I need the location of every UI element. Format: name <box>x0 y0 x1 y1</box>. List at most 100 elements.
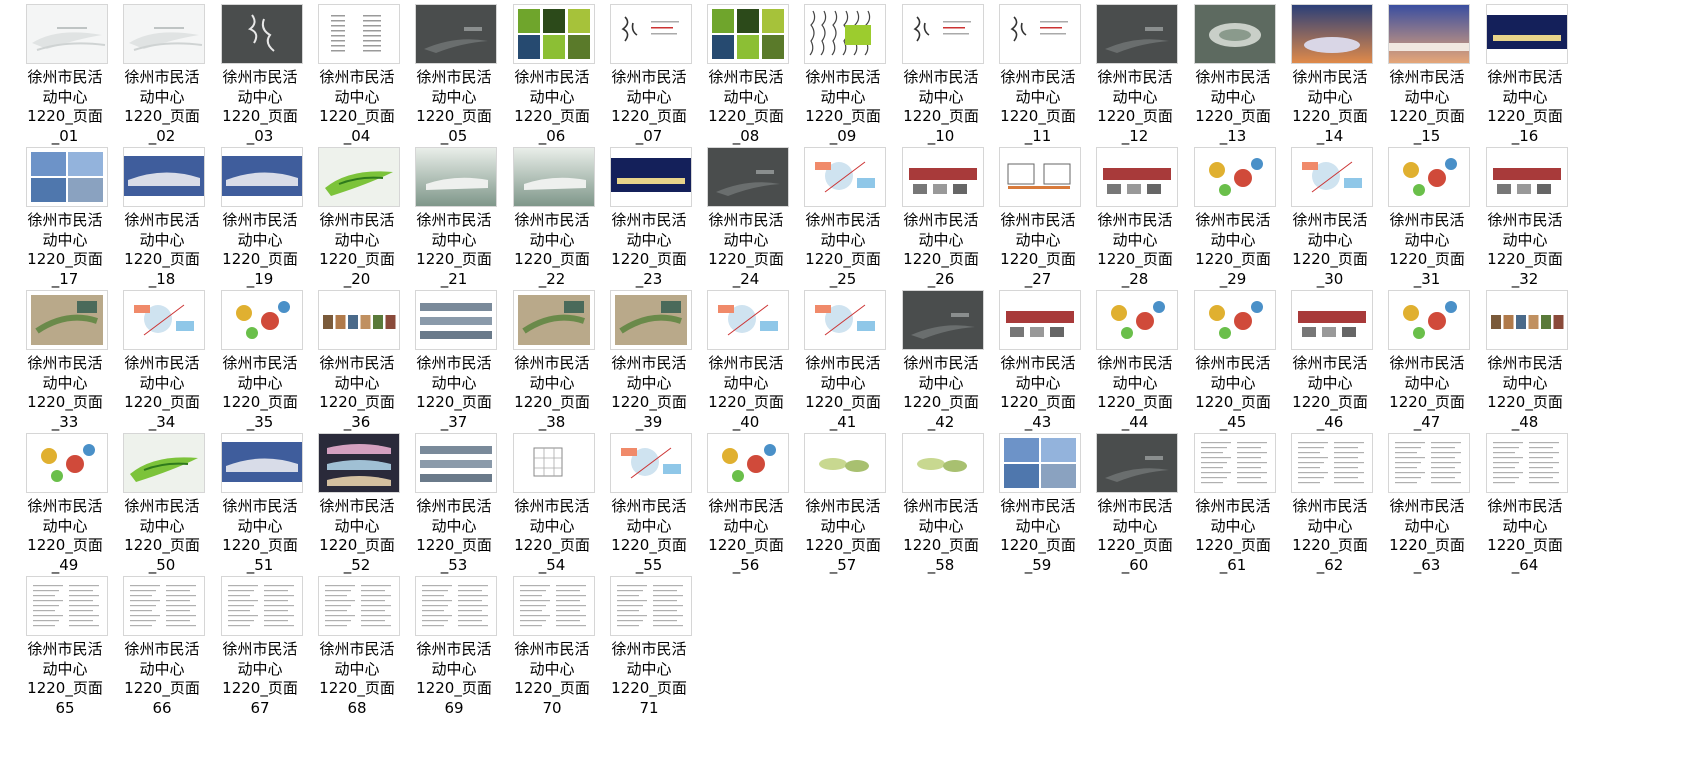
file-item[interactable]: 徐州市民活 动中心 1220_页面 _42 <box>898 290 984 440</box>
page-thumbnail-image[interactable] <box>221 290 303 350</box>
page-thumbnail-image[interactable] <box>318 290 400 350</box>
page-thumbnail-image[interactable] <box>1194 290 1276 350</box>
file-item[interactable]: 徐州市民活 动中心 1220_页面 70 <box>509 576 595 726</box>
page-thumbnail-image[interactable] <box>999 433 1081 493</box>
page-thumbnail-image[interactable] <box>123 4 205 64</box>
file-item[interactable]: 徐州市民活 动中心 1220_页面 _50 <box>119 433 205 583</box>
file-item[interactable]: 徐州市民活 动中心 1220_页面 _61 <box>1190 433 1276 583</box>
page-thumbnail-image[interactable] <box>999 290 1081 350</box>
page-thumbnail-image[interactable] <box>513 4 595 64</box>
page-thumbnail-image[interactable] <box>415 290 497 350</box>
file-item[interactable]: 徐州市民活 动中心 1220_页面 _03 <box>217 4 303 154</box>
file-item[interactable]: 徐州市民活 动中心 1220_页面 _22 <box>509 147 595 297</box>
file-item[interactable]: 徐州市民活 动中心 1220_页面 _57 <box>800 433 886 583</box>
file-item[interactable]: 徐州市民活 动中心 1220_页面 _23 <box>606 147 692 297</box>
file-item[interactable]: 徐州市民活 动中心 1220_页面 _13 <box>1190 4 1276 154</box>
file-item[interactable]: 徐州市民活 动中心 1220_页面 69 <box>411 576 497 726</box>
page-thumbnail-image[interactable] <box>1291 433 1373 493</box>
file-item[interactable]: 徐州市民活 动中心 1220_页面 _18 <box>119 147 205 297</box>
page-thumbnail-image[interactable] <box>26 4 108 64</box>
file-item[interactable]: 徐州市民活 动中心 1220_页面 _25 <box>800 147 886 297</box>
file-item[interactable]: 徐州市民活 动中心 1220_页面 _29 <box>1190 147 1276 297</box>
page-thumbnail-image[interactable] <box>1096 290 1178 350</box>
page-thumbnail-image[interactable] <box>707 290 789 350</box>
page-thumbnail-image[interactable] <box>610 290 692 350</box>
file-item[interactable]: 徐州市民活 动中心 1220_页面 _44 <box>1092 290 1178 440</box>
page-thumbnail-image[interactable] <box>318 576 400 636</box>
page-thumbnail-image[interactable] <box>804 290 886 350</box>
file-item[interactable]: 徐州市民活 动中心 1220_页面 _16 <box>1482 4 1568 154</box>
file-item[interactable]: 徐州市民活 动中心 1220_页面 _27 <box>995 147 1081 297</box>
page-thumbnail-image[interactable] <box>804 147 886 207</box>
file-item[interactable]: 徐州市民活 动中心 1220_页面 _54 <box>509 433 595 583</box>
file-item[interactable]: 徐州市民活 动中心 1220_页面 _40 <box>703 290 789 440</box>
file-item[interactable]: 徐州市民活 动中心 1220_页面 _64 <box>1482 433 1568 583</box>
page-thumbnail-image[interactable] <box>221 576 303 636</box>
page-thumbnail-image[interactable] <box>610 576 692 636</box>
file-item[interactable]: 徐州市民活 动中心 1220_页面 _21 <box>411 147 497 297</box>
page-thumbnail-image[interactable] <box>804 4 886 64</box>
page-thumbnail-image[interactable] <box>804 433 886 493</box>
file-item[interactable]: 徐州市民活 动中心 1220_页面 _20 <box>314 147 400 297</box>
file-item[interactable]: 徐州市民活 动中心 1220_页面 _06 <box>509 4 595 154</box>
page-thumbnail-image[interactable] <box>1388 290 1470 350</box>
file-item[interactable]: 徐州市民活 动中心 1220_页面 _46 <box>1287 290 1373 440</box>
page-thumbnail-image[interactable] <box>123 576 205 636</box>
file-item[interactable]: 徐州市民活 动中心 1220_页面 _58 <box>898 433 984 583</box>
file-item[interactable]: 徐州市民活 动中心 1220_页面 _47 <box>1384 290 1470 440</box>
file-item[interactable]: 徐州市民活 动中心 1220_页面 _08 <box>703 4 789 154</box>
page-thumbnail-image[interactable] <box>1096 4 1178 64</box>
file-item[interactable]: 徐州市民活 动中心 1220_页面 66 <box>119 576 205 726</box>
file-item[interactable]: 徐州市民活 动中心 1220_页面 _31 <box>1384 147 1470 297</box>
page-thumbnail-image[interactable] <box>513 290 595 350</box>
page-thumbnail-image[interactable] <box>1291 290 1373 350</box>
page-thumbnail-image[interactable] <box>999 4 1081 64</box>
file-item[interactable]: 徐州市民活 动中心 1220_页面 _35 <box>217 290 303 440</box>
file-item[interactable]: 徐州市民活 动中心 1220_页面 _38 <box>509 290 595 440</box>
page-thumbnail-image[interactable] <box>221 433 303 493</box>
page-thumbnail-image[interactable] <box>415 576 497 636</box>
page-thumbnail-image[interactable] <box>707 433 789 493</box>
page-thumbnail-image[interactable] <box>1388 147 1470 207</box>
file-item[interactable]: 徐州市民活 动中心 1220_页面 _30 <box>1287 147 1373 297</box>
file-item[interactable]: 徐州市民活 动中心 1220_页面 _59 <box>995 433 1081 583</box>
page-thumbnail-image[interactable] <box>1291 4 1373 64</box>
page-thumbnail-image[interactable] <box>902 433 984 493</box>
page-thumbnail-image[interactable] <box>221 147 303 207</box>
file-item[interactable]: 徐州市民活 动中心 1220_页面 _04 <box>314 4 400 154</box>
page-thumbnail-image[interactable] <box>1486 433 1568 493</box>
file-item[interactable]: 徐州市民活 动中心 1220_页面 _19 <box>217 147 303 297</box>
page-thumbnail-image[interactable] <box>1096 433 1178 493</box>
file-item[interactable]: 徐州市民活 动中心 1220_页面 _52 <box>314 433 400 583</box>
file-item[interactable]: 徐州市民活 动中心 1220_页面 _37 <box>411 290 497 440</box>
file-item[interactable]: 徐州市民活 动中心 1220_页面 _09 <box>800 4 886 154</box>
page-thumbnail-image[interactable] <box>902 290 984 350</box>
file-item[interactable]: 徐州市民活 动中心 1220_页面 _62 <box>1287 433 1373 583</box>
file-item[interactable]: 徐州市民活 动中心 1220_页面 67 <box>217 576 303 726</box>
file-item[interactable]: 徐州市民活 动中心 1220_页面 _45 <box>1190 290 1276 440</box>
file-item[interactable]: 徐州市民活 动中心 1220_页面 _41 <box>800 290 886 440</box>
page-thumbnail-image[interactable] <box>123 147 205 207</box>
file-item[interactable]: 徐州市民活 动中心 1220_页面 _33 <box>22 290 108 440</box>
page-thumbnail-image[interactable] <box>999 147 1081 207</box>
file-item[interactable]: 徐州市民活 动中心 1220_页面 _60 <box>1092 433 1178 583</box>
page-thumbnail-image[interactable] <box>318 147 400 207</box>
file-item[interactable]: 徐州市民活 动中心 1220_页面 _24 <box>703 147 789 297</box>
page-thumbnail-image[interactable] <box>707 4 789 64</box>
page-thumbnail-image[interactable] <box>1486 147 1568 207</box>
file-item[interactable]: 徐州市民活 动中心 1220_页面 _39 <box>606 290 692 440</box>
page-thumbnail-image[interactable] <box>1194 433 1276 493</box>
file-item[interactable]: 徐州市民活 动中心 1220_页面 _55 <box>606 433 692 583</box>
page-thumbnail-image[interactable] <box>513 147 595 207</box>
page-thumbnail-image[interactable] <box>1388 4 1470 64</box>
file-item[interactable]: 徐州市民活 动中心 1220_页面 _17 <box>22 147 108 297</box>
page-thumbnail-image[interactable] <box>26 576 108 636</box>
file-item[interactable]: 徐州市民活 动中心 1220_页面 _32 <box>1482 147 1568 297</box>
page-thumbnail-image[interactable] <box>707 147 789 207</box>
file-item[interactable]: 徐州市民活 动中心 1220_页面 _11 <box>995 4 1081 154</box>
page-thumbnail-image[interactable] <box>221 4 303 64</box>
page-thumbnail-image[interactable] <box>1096 147 1178 207</box>
file-item[interactable]: 徐州市民活 动中心 1220_页面 _56 <box>703 433 789 583</box>
page-thumbnail-image[interactable] <box>902 147 984 207</box>
file-item[interactable]: 徐州市民活 动中心 1220_页面 _53 <box>411 433 497 583</box>
